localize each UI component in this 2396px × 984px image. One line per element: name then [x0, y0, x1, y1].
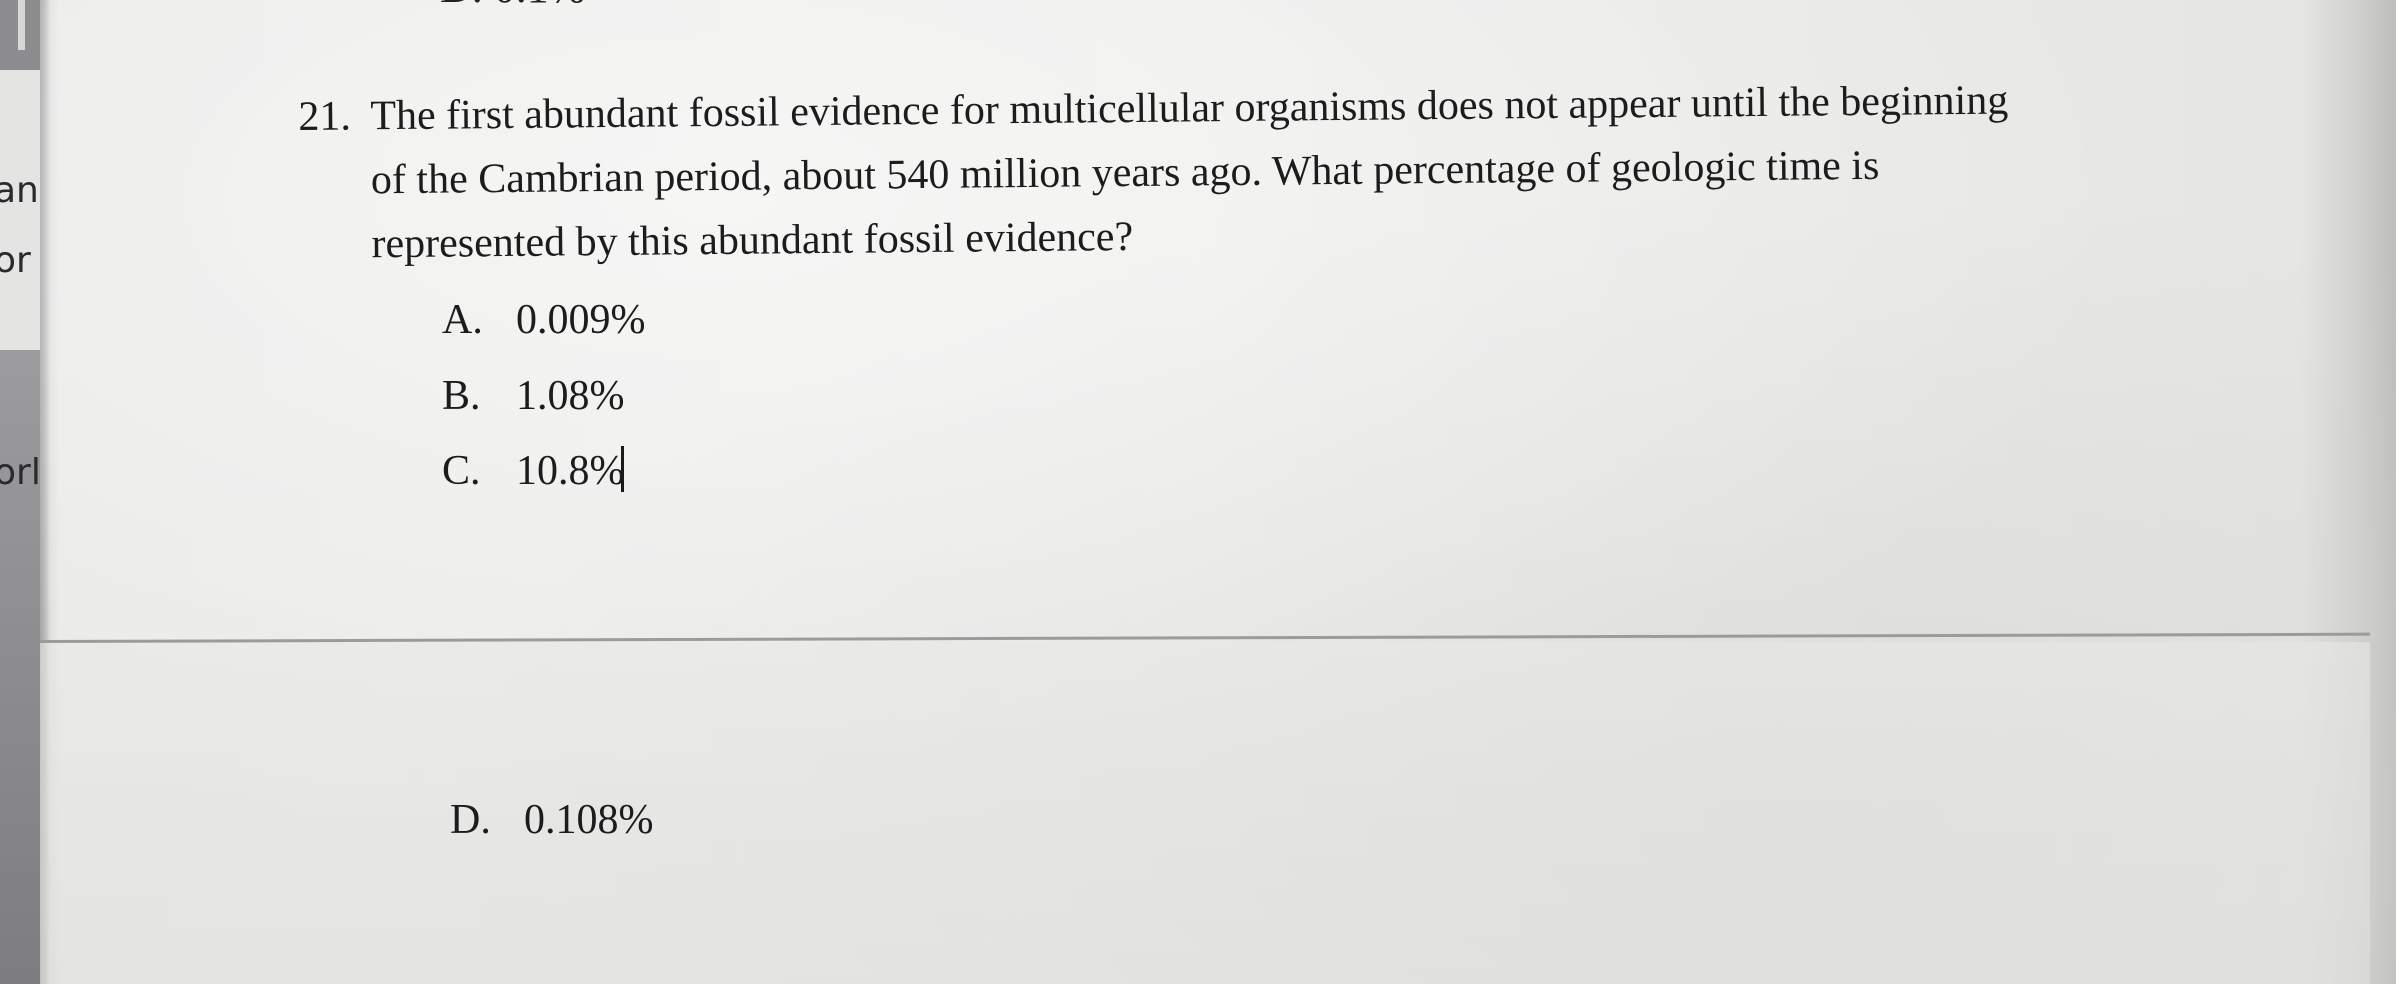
edge-fragment-1: an: [0, 170, 39, 211]
choice-text: 0.108%: [524, 797, 654, 843]
choice-letter: D.: [450, 797, 491, 843]
choice-a[interactable]: A. 0.009%: [442, 296, 646, 344]
choice-text: 1.08%: [516, 373, 625, 419]
edge-fragment-3: orl: [0, 452, 41, 493]
text-cursor: [620, 446, 624, 492]
choice-d[interactable]: D. 0.108%: [450, 796, 654, 844]
question-number: 21.: [298, 93, 352, 140]
window-bracket: [18, 0, 25, 50]
edge-fragment-2: or: [0, 240, 31, 281]
previous-choice-cut-off: D. 0.1%: [440, 0, 585, 13]
lower-page-area: [40, 642, 2370, 984]
choice-text: 10.8%: [516, 448, 625, 494]
choice-text: 0.009%: [516, 297, 646, 343]
question-text: The first abundant fossil evidence for m…: [370, 66, 2172, 275]
choice-b[interactable]: B. 1.08%: [442, 372, 625, 420]
choice-letter: B.: [442, 373, 481, 419]
choice-letter: A.: [442, 297, 483, 343]
choice-letter: C.: [442, 448, 481, 494]
strip-lower: [0, 350, 40, 984]
choice-c[interactable]: C. 10.8%: [442, 446, 625, 495]
